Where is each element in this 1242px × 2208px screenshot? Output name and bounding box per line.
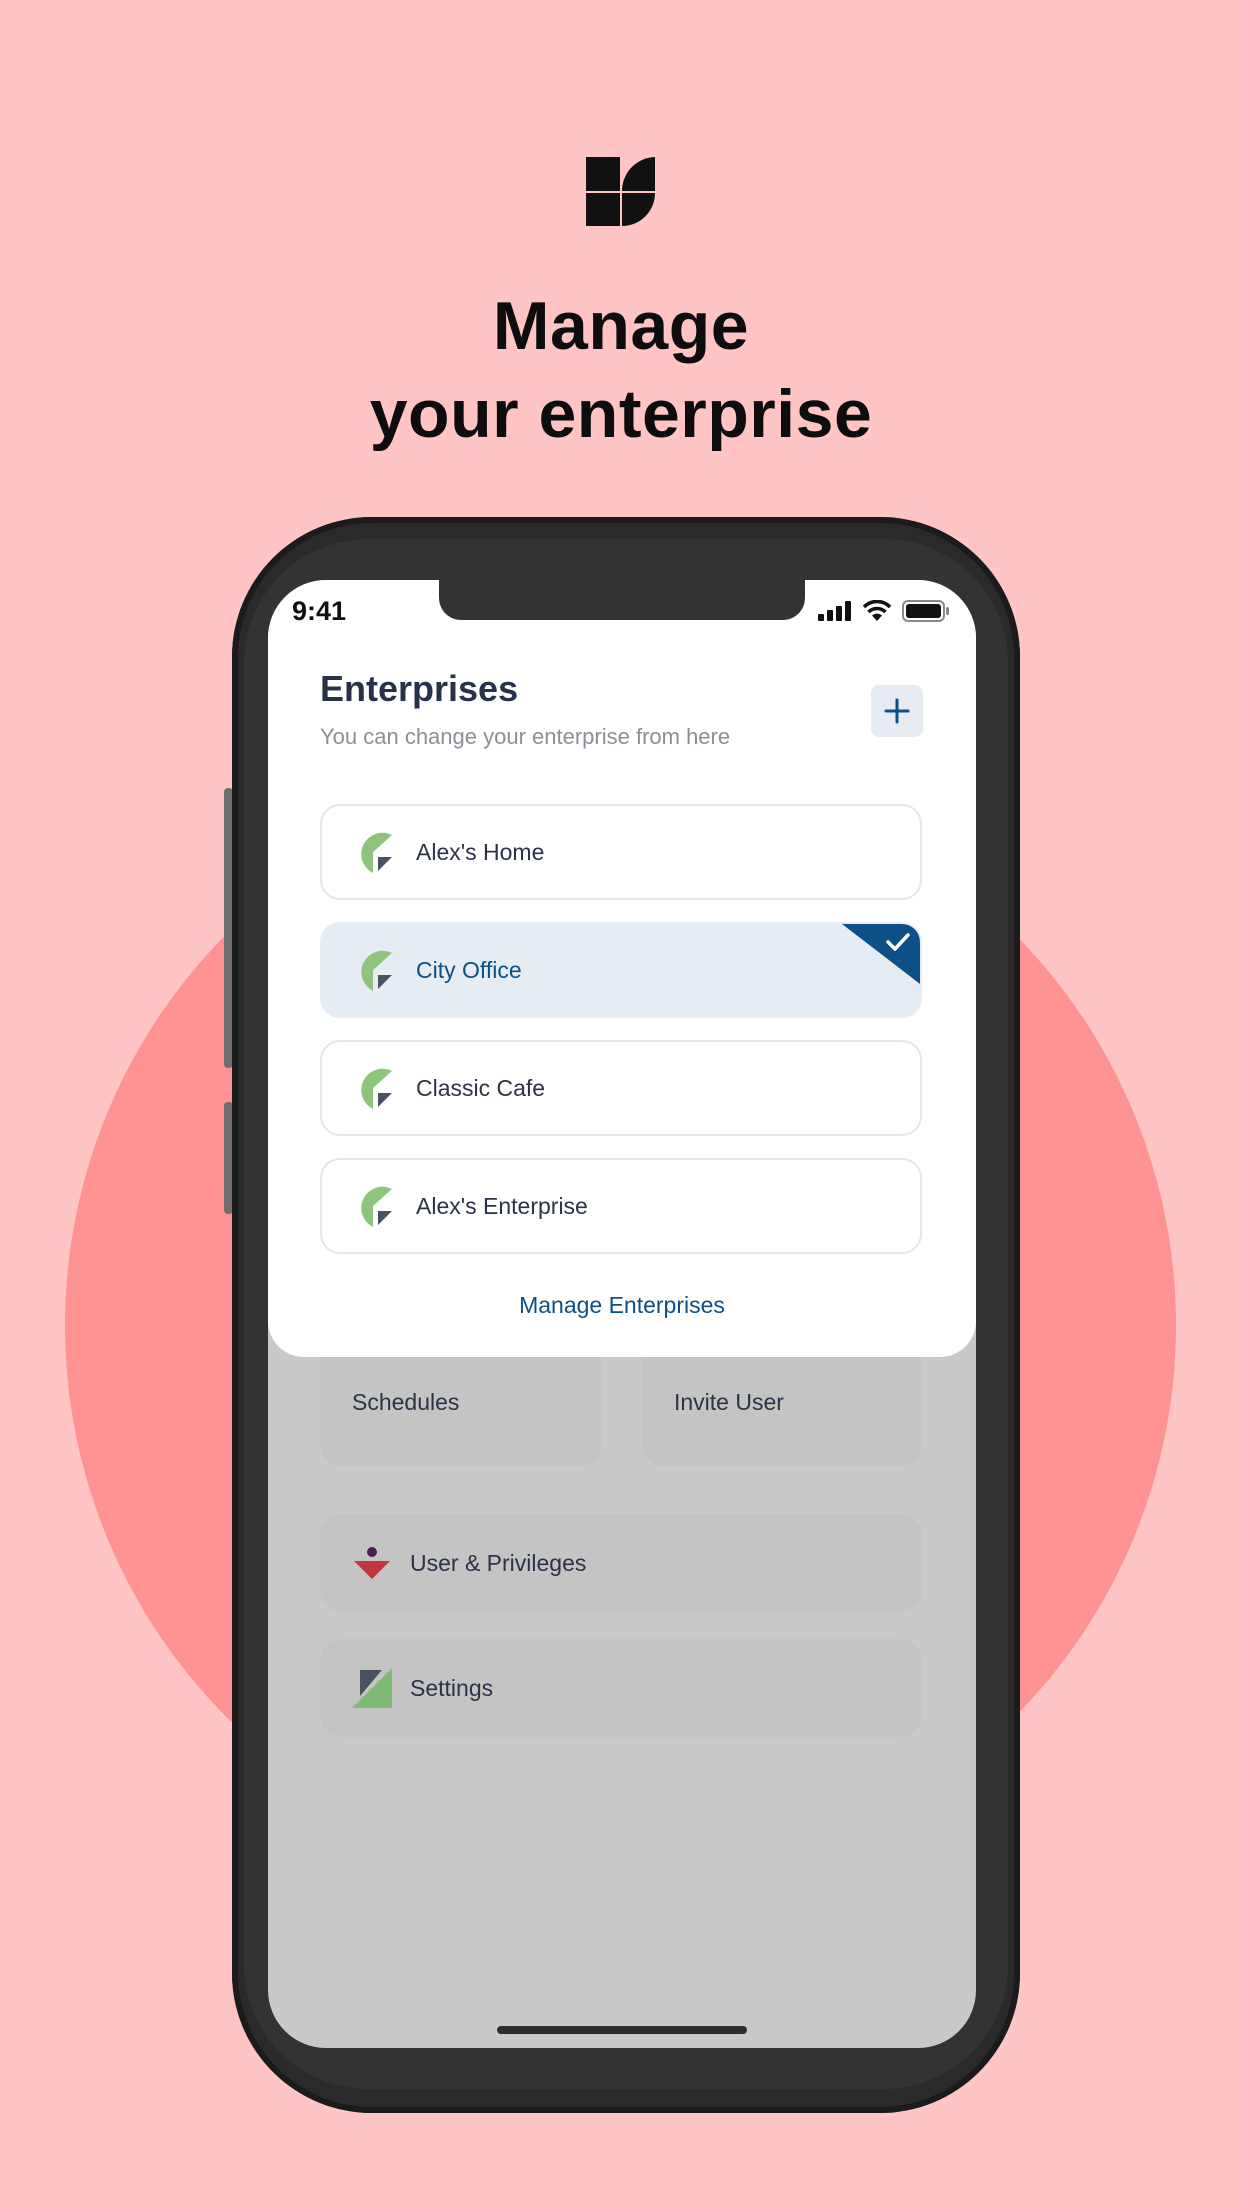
phone-screen: 9:41 Schedules Invite User User & Privil… <box>268 580 976 2048</box>
selected-check-icon <box>842 924 920 984</box>
enterprise-item-label: Alex's Enterprise <box>416 1192 588 1219</box>
schedules-tile-label: Schedules <box>352 1389 460 1415</box>
enterprise-icon <box>361 950 392 991</box>
status-icons <box>818 600 950 622</box>
enterprise-item-label: City Office <box>416 956 522 983</box>
enterprise-icon <box>361 832 392 873</box>
enterprise-item-city-office[interactable]: City Office <box>320 922 922 1018</box>
user-privileges-label: User & Privileges <box>410 1549 587 1576</box>
sheet-title: Enterprises <box>320 668 519 709</box>
enterprise-item-alexs-home[interactable]: Alex's Home <box>320 804 922 900</box>
status-time: 9:41 <box>292 596 347 626</box>
enterprise-item-label: Alex's Home <box>416 838 545 865</box>
user-privileges-row[interactable]: User & Privileges <box>320 1514 922 1612</box>
headline: Manage your enterprise <box>0 282 1242 458</box>
enterprise-item-label: Classic Cafe <box>416 1074 546 1101</box>
settings-label: Settings <box>410 1674 494 1701</box>
wifi-icon <box>862 600 892 621</box>
manage-enterprises-link[interactable]: Manage Enterprises <box>268 1292 976 1319</box>
enterprise-item-classic-cafe[interactable]: Classic Cafe <box>320 1040 922 1136</box>
settings-row[interactable]: Settings <box>320 1639 922 1737</box>
headline-line-2: your enterprise <box>369 376 873 452</box>
home-indicator <box>497 2026 747 2034</box>
headline-line-1: Manage <box>492 288 750 364</box>
enterprise-item-alexs-enterprise[interactable]: Alex's Enterprise <box>320 1158 922 1254</box>
phone-notch <box>439 580 805 620</box>
invite-user-tile-label: Invite User <box>674 1389 784 1415</box>
plus-icon <box>884 698 910 724</box>
user-privileges-icon <box>354 1547 390 1579</box>
app-logo <box>586 157 655 226</box>
enterprise-icon <box>361 1068 392 1109</box>
enterprise-icon <box>361 1186 392 1227</box>
settings-icon <box>352 1668 392 1708</box>
signal-icon <box>818 601 851 621</box>
battery-icon <box>902 600 949 622</box>
add-enterprise-button[interactable] <box>871 685 923 737</box>
sheet-subtitle: You can change your enterprise from here <box>320 724 731 749</box>
enterprises-sheet: Enterprises You can change your enterpri… <box>268 580 976 1357</box>
